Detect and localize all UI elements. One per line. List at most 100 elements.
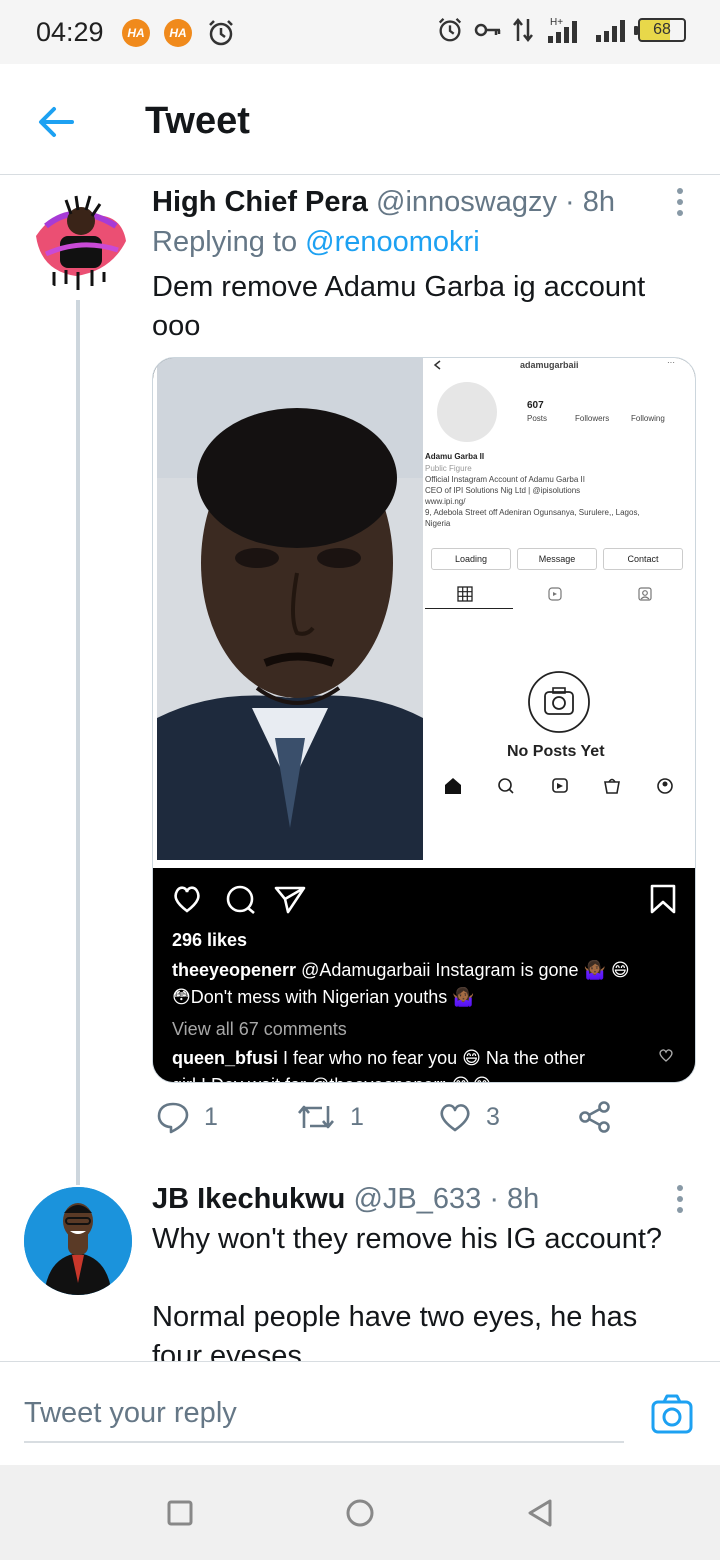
ig-no-posts: No Posts Yet xyxy=(507,743,605,760)
ig-stat-followers: Followers xyxy=(575,414,610,423)
ig-stat-following: Following xyxy=(631,414,665,423)
ig-bio-line: Nigeria xyxy=(425,519,451,528)
more-options-icon[interactable] xyxy=(676,1184,684,1214)
ig-button-message: Message xyxy=(517,548,597,570)
ig-tab-underline xyxy=(425,608,513,609)
tweet-header: JB Ikechukwu @JB_633 · 8h xyxy=(152,1183,539,1216)
share-icon xyxy=(579,1101,610,1133)
ig-camera-icon xyxy=(528,671,590,733)
avatar-illustration xyxy=(24,1187,132,1295)
tweet-text-line: Why won't they remove his IG account? xyxy=(152,1223,663,1255)
ig-reels-icon xyxy=(548,587,562,601)
instagram-post-footer: 296 likes theeyeopenerr @Adamugarbaii In… xyxy=(153,868,695,1082)
ig-bio-category: Public Figure xyxy=(425,464,472,473)
ig-caption-text: @Adamugarbaii Instagram is gone 🤷🏾‍♀️ 😄 xyxy=(301,960,630,980)
data-arrows-icon xyxy=(513,17,533,43)
instagram-profile-panel: adamugarbaii ··· 607 Posts Followers Fol… xyxy=(425,358,695,863)
page-title: Tweet xyxy=(145,100,250,142)
retweet-button[interactable]: 1 xyxy=(296,1100,364,1134)
ig-comment-line: queen_bfusi I fear who no fear you 😄 Na … xyxy=(172,1048,585,1069)
tweet-actions: 1 1 3 xyxy=(152,1100,672,1148)
ig-bio-line: 9, Adebola Street off Adeniran Ogunsanya… xyxy=(425,508,640,517)
ig-comment-text: I fear who no fear you 😄 Na the other xyxy=(283,1048,585,1068)
ig-username: adamugarbaii xyxy=(520,360,579,370)
ig-grid-icon xyxy=(457,586,473,602)
recents-square-icon[interactable] xyxy=(162,1495,198,1531)
ig-posts-count: 607 xyxy=(527,400,544,411)
ig-stat-posts: Posts xyxy=(527,414,548,423)
ig-caption-line: theeyeopenerr @Adamugarbaii Instagram is… xyxy=(172,960,630,981)
avatar[interactable] xyxy=(26,186,132,292)
ig-caption-user: theeyeopenerr xyxy=(172,960,297,980)
tweet-text: Dem remove Adamu Garba ig account ooo xyxy=(152,271,646,342)
tweet-header: High Chief Pera @innoswagzy · 8h xyxy=(152,186,615,219)
alarm-icon xyxy=(209,20,233,46)
ig-button-loading: Loading xyxy=(431,548,511,570)
ig-bio-name: Adamu Garba II xyxy=(425,452,485,461)
ig-bio-line: www.ipi.ng/ xyxy=(425,497,466,506)
avatar-illustration xyxy=(36,195,126,290)
replying-to-label: Replying to xyxy=(152,226,298,258)
tweet-time: · 8h xyxy=(565,186,616,218)
network-type: H+ xyxy=(550,17,563,28)
like-button[interactable]: 3 xyxy=(438,1100,500,1134)
system-nav-bar xyxy=(0,1465,720,1560)
ig-likes: 296 likes xyxy=(172,930,248,950)
media-screenshot: adamugarbaii ··· 607 Posts Followers Fol… xyxy=(153,358,695,868)
replying-to: Replying to @renoomokri xyxy=(152,226,480,259)
ig-view-comments: View all 67 comments xyxy=(172,1019,347,1039)
ig-button-contact: Contact xyxy=(603,548,683,570)
avatar[interactable] xyxy=(24,1187,132,1295)
tweet-text-line: Normal people have two eyes, he has xyxy=(152,1301,638,1333)
ha-badge-icon: HA xyxy=(122,19,150,47)
app-header: Tweet xyxy=(0,64,720,175)
ig-actions-icons xyxy=(174,885,306,914)
back-arrow-icon[interactable] xyxy=(34,100,78,144)
retweet-icon xyxy=(298,1105,334,1129)
profile-photo xyxy=(157,358,423,860)
battery-level: 68 xyxy=(653,21,671,38)
retweet-count: 1 xyxy=(350,1102,364,1131)
camera-icon[interactable] xyxy=(650,1392,694,1436)
author-handle[interactable]: @innoswagzy xyxy=(376,186,557,218)
reply-icon xyxy=(157,1102,189,1134)
status-bar: 04:29 HA HA H+ 68 xyxy=(0,0,720,64)
ig-bottom-nav-icons xyxy=(445,778,673,794)
share-button[interactable] xyxy=(578,1100,612,1134)
author-handle[interactable]: @JB_633 xyxy=(353,1183,481,1215)
ig-comment-user: queen_bfusi xyxy=(172,1048,279,1068)
heart-icon xyxy=(440,1104,470,1132)
ig-back-icon xyxy=(433,360,441,370)
battery-icon: 68 xyxy=(634,18,686,42)
reply-input[interactable] xyxy=(24,1385,624,1443)
signal-icon: H+ xyxy=(548,17,577,43)
thread-connector-line xyxy=(76,300,80,1185)
ig-bio-line: Official Instagram Account of Adamu Garb… xyxy=(425,475,585,484)
reply-count: 1 xyxy=(204,1102,218,1131)
ha-badge-icon: HA xyxy=(164,19,192,47)
signal-icon xyxy=(596,20,625,42)
replying-to-mention[interactable]: @renoomokri xyxy=(305,226,480,258)
status-icons-right: H+ 68 xyxy=(436,16,686,44)
ig-menu-icon: ··· xyxy=(667,358,675,367)
ig-avatar xyxy=(437,382,497,442)
ig-comment-heart-icon xyxy=(659,1049,673,1062)
ig-comment-overflow: girl I Dey wait for @theeyeopenerr 😂😂 xyxy=(172,1075,492,1082)
back-triangle-icon[interactable] xyxy=(522,1495,558,1531)
status-icons-left: HA HA xyxy=(122,18,236,48)
ig-tagged-icon xyxy=(638,587,652,601)
ig-bio-line: CEO of IPI Solutions Nig Ltd | @ipisolut… xyxy=(425,486,581,495)
status-time: 04:29 xyxy=(36,17,104,47)
ig-caption-line-2: 😳Don't mess with Nigerian youths 🤷🏾‍♀️ xyxy=(172,987,475,1007)
author-name[interactable]: High Chief Pera xyxy=(152,186,368,218)
more-options-icon[interactable] xyxy=(676,187,684,217)
alarm-icon xyxy=(438,17,462,42)
home-circle-icon[interactable] xyxy=(342,1495,378,1531)
key-icon xyxy=(474,23,501,37)
like-count: 3 xyxy=(486,1102,500,1131)
author-name[interactable]: JB Ikechukwu xyxy=(152,1183,345,1215)
tweet-time: · 8h xyxy=(489,1183,540,1215)
ig-bookmark-icon xyxy=(650,884,676,914)
reply-button[interactable]: 1 xyxy=(156,1100,218,1134)
tweet-media[interactable]: adamugarbaii ··· 607 Posts Followers Fol… xyxy=(152,357,696,1083)
